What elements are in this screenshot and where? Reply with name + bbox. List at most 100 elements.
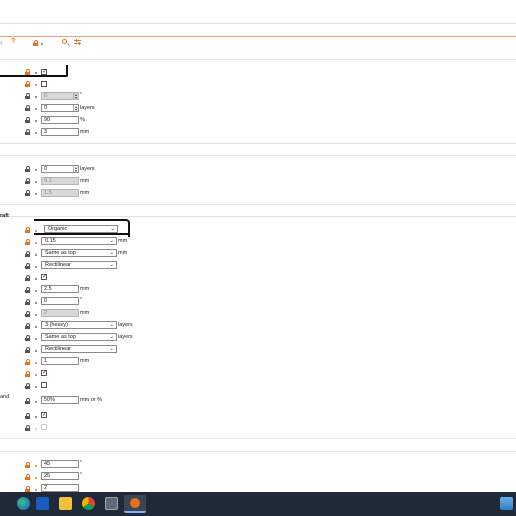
- status-dot: [35, 401, 37, 403]
- status-dot: [35, 338, 37, 340]
- lock-icon[interactable]: [25, 311, 30, 317]
- weather-icon[interactable]: [500, 497, 513, 510]
- lock-icon[interactable]: [25, 275, 30, 281]
- lock-icon[interactable]: [25, 335, 30, 341]
- checkbox[interactable]: [41, 273, 47, 280]
- back-glyph[interactable]: ‹: [0, 38, 3, 47]
- lock-icon[interactable]: [25, 383, 30, 389]
- support-style-select[interactable]: Organic ⌄: [44, 225, 118, 233]
- section-divider: [0, 451, 516, 452]
- lock-icon[interactable]: [25, 81, 30, 87]
- file-explorer-icon[interactable]: [59, 497, 72, 510]
- angle-input-1[interactable]: 45: [41, 460, 79, 468]
- checkbox[interactable]: [41, 411, 47, 418]
- status-dot: [35, 290, 37, 292]
- dot-legend-icon: [41, 43, 43, 45]
- percent-mm-input[interactable]: 50%: [41, 396, 79, 404]
- unit-label: mm: [80, 310, 90, 316]
- status-dot: [35, 489, 37, 491]
- angle-input[interactable]: 0: [41, 297, 79, 305]
- gap-select[interactable]: 0.15 ⌄: [41, 237, 117, 245]
- layers-spin-input[interactable]: 0: [41, 165, 79, 173]
- layers-spin-input[interactable]: 0: [41, 104, 79, 112]
- disabled-input: 2: [41, 309, 79, 317]
- lock-icon[interactable]: [25, 129, 30, 135]
- pattern-select[interactable]: Rectilinear ⌄: [41, 261, 117, 269]
- section-divider: [0, 59, 516, 60]
- unit-label: mm: [80, 178, 90, 184]
- checkbox[interactable]: [41, 369, 47, 376]
- status-dot: [35, 120, 37, 122]
- disabled-spin-input: 0: [41, 92, 79, 100]
- checkbox[interactable]: [41, 68, 47, 75]
- distance-input[interactable]: 1: [41, 357, 79, 365]
- mm-input[interactable]: 3: [41, 128, 79, 136]
- lock-icon[interactable]: [25, 413, 30, 419]
- checkbox-disabled: [41, 424, 47, 430]
- status-dot: [35, 477, 37, 479]
- angle-input-3[interactable]: 2: [41, 484, 79, 492]
- lock-icon[interactable]: [25, 178, 30, 184]
- section-label-partial: raft: [0, 213, 9, 219]
- percent-input[interactable]: 90: [41, 116, 79, 124]
- unit-label: mm: [80, 286, 90, 292]
- unit-label: layers: [80, 105, 95, 111]
- lock-icon[interactable]: [25, 425, 30, 431]
- status-dot: [35, 362, 37, 364]
- interface-pattern-select[interactable]: Rectilinear ⌄: [41, 345, 117, 353]
- word-icon[interactable]: [36, 497, 49, 510]
- spacing-input[interactable]: 2.5: [41, 285, 79, 293]
- help-icon[interactable]: ?: [11, 38, 15, 45]
- lock-icon[interactable]: [25, 371, 30, 377]
- status-dot: [35, 386, 37, 388]
- lock-icon[interactable]: [25, 251, 30, 257]
- lock-icon[interactable]: [25, 117, 30, 123]
- lock-icon[interactable]: [25, 347, 30, 353]
- status-dot: [35, 266, 37, 268]
- lock-icon[interactable]: [25, 239, 30, 245]
- prusaslicer-icon: [130, 498, 140, 508]
- status-dot: [35, 428, 37, 430]
- lock-icon[interactable]: [25, 323, 30, 329]
- active-app-slot[interactable]: [124, 495, 146, 513]
- unit-label: layers: [80, 166, 95, 172]
- lock-icon[interactable]: [25, 462, 30, 468]
- section-divider: [0, 155, 516, 156]
- lock-legend-icon[interactable]: [33, 40, 38, 46]
- edge-icon[interactable]: [17, 497, 30, 510]
- search-icon-handle: [67, 43, 70, 46]
- status-dot: [35, 326, 37, 328]
- section-divider: [0, 143, 516, 144]
- status-dot: [35, 84, 37, 86]
- lock-icon[interactable]: [25, 398, 30, 404]
- settings-icon[interactable]: [74, 39, 81, 46]
- lock-icon[interactable]: [25, 93, 30, 99]
- lock-icon[interactable]: [25, 299, 30, 305]
- status-dot: [35, 254, 37, 256]
- lock-icon[interactable]: [25, 105, 30, 111]
- lock-icon[interactable]: [25, 359, 30, 365]
- lock-icon[interactable]: [25, 263, 30, 269]
- status-dot: [35, 181, 37, 183]
- status-dot: [35, 72, 37, 74]
- app-icon[interactable]: [105, 497, 118, 510]
- unit-label: mm: [118, 238, 128, 244]
- lock-icon[interactable]: [25, 69, 30, 75]
- status-dot: [35, 350, 37, 352]
- lock-icon[interactable]: [25, 287, 30, 293]
- status-dot: [35, 374, 37, 376]
- checkbox[interactable]: [41, 81, 47, 87]
- unit-label: mm: [80, 190, 90, 196]
- chrome-icon[interactable]: [82, 497, 95, 510]
- bottom-gap-select[interactable]: Same as top ⌄: [41, 249, 117, 257]
- lock-icon[interactable]: [25, 166, 30, 172]
- status-dot: [35, 302, 37, 304]
- lock-icon[interactable]: [25, 227, 30, 233]
- lock-icon[interactable]: [25, 190, 30, 196]
- status-dot: [35, 96, 37, 98]
- bottom-layers-select[interactable]: Same as top ⌄: [41, 333, 117, 341]
- lock-icon[interactable]: [25, 474, 30, 480]
- interface-layers-select[interactable]: 3 (heavy) ⌄: [41, 321, 117, 329]
- angle-input-2[interactable]: 25: [41, 472, 79, 480]
- checkbox[interactable]: [41, 382, 47, 388]
